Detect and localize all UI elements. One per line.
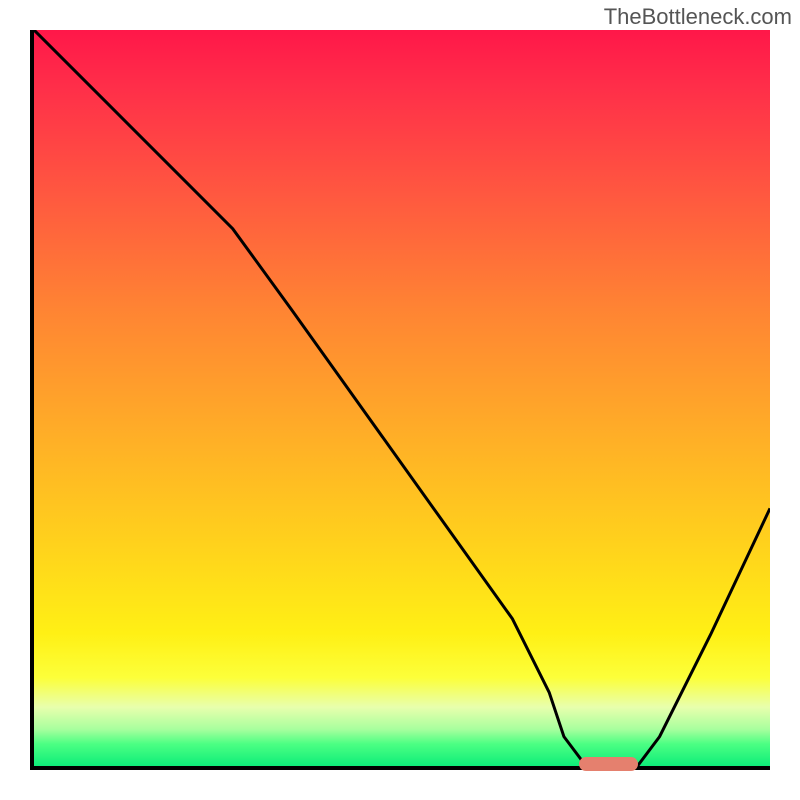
plot-area xyxy=(30,30,770,770)
sweet-spot-marker xyxy=(579,757,638,771)
watermark-text: TheBottleneck.com xyxy=(604,4,792,30)
bottleneck-curve-path xyxy=(34,30,770,766)
curve-svg xyxy=(34,30,770,766)
